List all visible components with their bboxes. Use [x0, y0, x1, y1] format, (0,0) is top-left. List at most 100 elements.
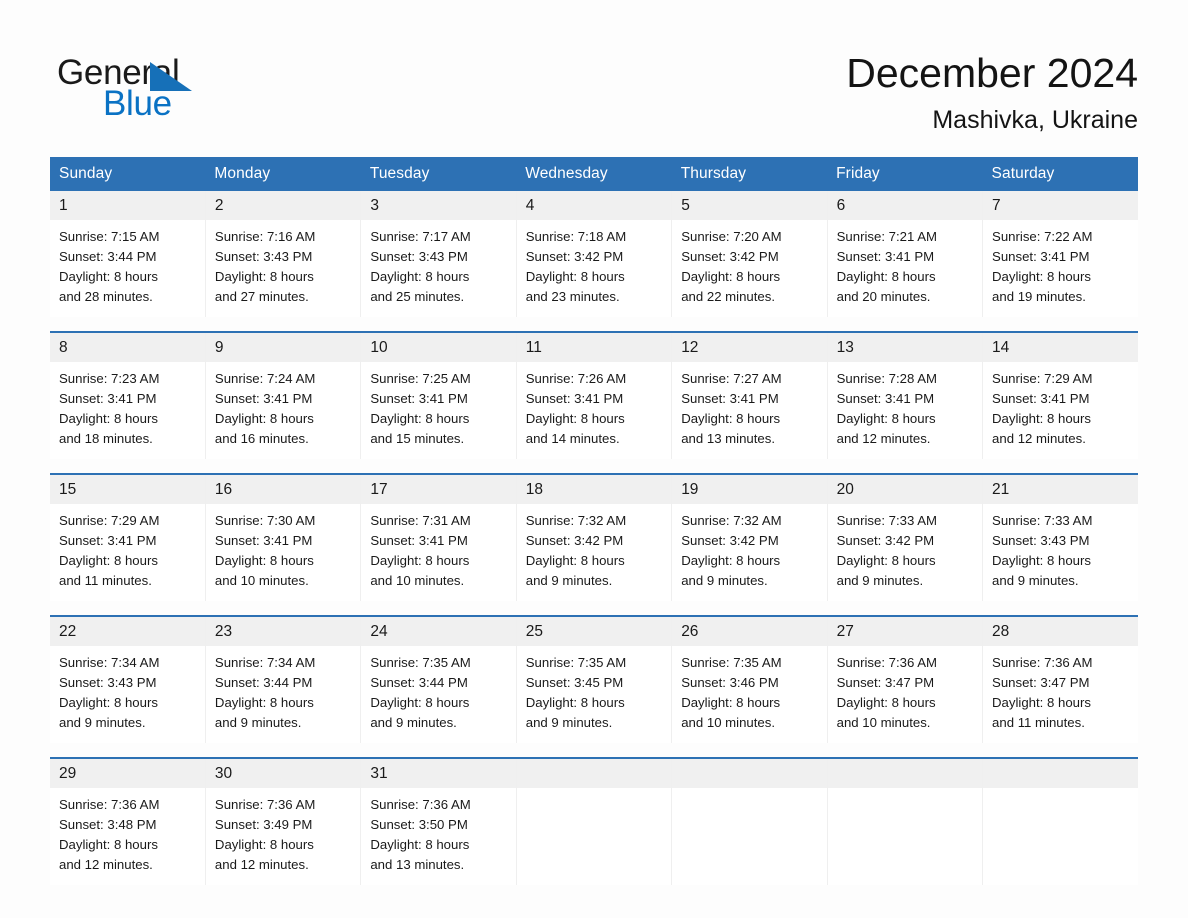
daylight-text-line1: Daylight: 8 hours [59, 553, 158, 568]
day-details: Sunrise: 7:21 AM Sunset: 3:41 PM Dayligh… [828, 220, 982, 317]
daylight-text-line1: Daylight: 8 hours [681, 695, 781, 710]
day-cell[interactable]: 21 Sunrise: 7:33 AM Sunset: 3:43 PM Dayl… [982, 473, 1138, 601]
week-spacer [50, 317, 1138, 332]
day-cell[interactable]: 1 Sunrise: 7:15 AM Sunset: 3:44 PM Dayli… [50, 191, 206, 317]
day-cell[interactable]: 9 Sunrise: 7:24 AM Sunset: 3:41 PM Dayli… [205, 331, 362, 459]
day-number: 1 [50, 191, 205, 220]
day-number: 2 [205, 191, 361, 220]
daylight-text-line2: and 13 minutes. [370, 857, 465, 872]
daylight-text-line1: Daylight: 8 hours [836, 695, 936, 710]
day-cell[interactable]: 29 Sunrise: 7:36 AM Sunset: 3:48 PM Dayl… [50, 757, 206, 885]
day-number: 17 [361, 475, 516, 504]
day-number: 22 [50, 617, 205, 646]
daylight-text-line1: Daylight: 8 hours [59, 411, 158, 426]
day-number: 26 [672, 617, 827, 646]
sunset-text: Sunset: 3:45 PM [525, 675, 624, 690]
day-number: 30 [205, 759, 361, 788]
day-number: 5 [672, 191, 827, 220]
daylight-text-line2: and 9 minutes. [525, 715, 613, 730]
sunrise-text: Sunrise: 7:32 AM [681, 513, 782, 528]
sunset-text: Sunset: 3:42 PM [681, 249, 779, 264]
day-cell[interactable]: 23 Sunrise: 7:34 AM Sunset: 3:44 PM Dayl… [205, 615, 362, 743]
day-cell[interactable]: 6 Sunrise: 7:21 AM Sunset: 3:41 PM Dayli… [827, 191, 984, 317]
day-number: 18 [516, 475, 672, 504]
day-details: Sunrise: 7:16 AM Sunset: 3:43 PM Dayligh… [206, 220, 360, 317]
sunrise-text: Sunrise: 7:34 AM [214, 655, 316, 670]
day-details: Sunrise: 7:17 AM Sunset: 3:43 PM Dayligh… [361, 220, 515, 317]
day-details [672, 788, 826, 885]
day-cell[interactable]: 2 Sunrise: 7:16 AM Sunset: 3:43 PM Dayli… [205, 191, 362, 317]
day-cell[interactable]: 20 Sunrise: 7:33 AM Sunset: 3:42 PM Dayl… [827, 473, 984, 601]
general-blue-logo[interactable]: General Blue [57, 53, 317, 125]
day-cell[interactable]: 10 Sunrise: 7:25 AM Sunset: 3:41 PM Dayl… [360, 331, 517, 459]
day-details: Sunrise: 7:29 AM Sunset: 3:41 PM Dayligh… [50, 504, 205, 601]
daylight-text-line2: and 15 minutes. [370, 431, 465, 446]
day-cell[interactable]: 31 Sunrise: 7:36 AM Sunset: 3:50 PM Dayl… [360, 757, 517, 885]
day-number [672, 759, 827, 788]
day-cell[interactable]: 8 Sunrise: 7:23 AM Sunset: 3:41 PM Dayli… [50, 331, 206, 459]
day-cell[interactable]: 27 Sunrise: 7:36 AM Sunset: 3:47 PM Dayl… [827, 615, 984, 743]
daylight-text-line1: Daylight: 8 hours [370, 411, 470, 426]
sunrise-text: Sunrise: 7:28 AM [836, 371, 938, 386]
daylight-text-line2: and 12 minutes. [992, 431, 1086, 446]
day-cell[interactable]: 26 Sunrise: 7:35 AM Sunset: 3:46 PM Dayl… [671, 615, 828, 743]
sunrise-text: Sunrise: 7:25 AM [370, 371, 471, 386]
sunset-text: Sunset: 3:41 PM [214, 391, 313, 406]
day-cell[interactable]: 7 Sunrise: 7:22 AM Sunset: 3:41 PM Dayli… [982, 191, 1138, 317]
day-cell[interactable]: 25 Sunrise: 7:35 AM Sunset: 3:45 PM Dayl… [516, 615, 673, 743]
day-cell[interactable]: 18 Sunrise: 7:32 AM Sunset: 3:42 PM Dayl… [516, 473, 673, 601]
day-cell[interactable]: 11 Sunrise: 7:26 AM Sunset: 3:41 PM Dayl… [516, 331, 673, 459]
sunset-text: Sunset: 3:42 PM [836, 533, 935, 548]
daylight-text-line2: and 12 minutes. [836, 431, 931, 446]
day-cell[interactable]: 4 Sunrise: 7:18 AM Sunset: 3:42 PM Dayli… [516, 191, 673, 317]
day-details: Sunrise: 7:32 AM Sunset: 3:42 PM Dayligh… [672, 504, 826, 601]
day-details: Sunrise: 7:35 AM Sunset: 3:46 PM Dayligh… [672, 646, 826, 743]
daylight-text-line1: Daylight: 8 hours [370, 837, 470, 852]
sunrise-text: Sunrise: 7:17 AM [370, 229, 471, 244]
weekday-header-tuesday: Tuesday [360, 157, 517, 191]
day-cell[interactable]: 24 Sunrise: 7:35 AM Sunset: 3:44 PM Dayl… [360, 615, 517, 743]
day-cell[interactable]: 30 Sunrise: 7:36 AM Sunset: 3:49 PM Dayl… [205, 757, 362, 885]
day-cell[interactable]: 3 Sunrise: 7:17 AM Sunset: 3:43 PM Dayli… [360, 191, 517, 317]
day-cell-empty [982, 757, 1138, 885]
day-number: 15 [50, 475, 205, 504]
calendar-header-row: Sunday Monday Tuesday Wednesday Thursday… [50, 157, 1138, 191]
day-cell[interactable]: 28 Sunrise: 7:36 AM Sunset: 3:47 PM Dayl… [982, 615, 1138, 743]
day-number: 3 [361, 191, 516, 220]
daylight-text-line2: and 12 minutes. [59, 857, 153, 872]
day-details: Sunrise: 7:18 AM Sunset: 3:42 PM Dayligh… [517, 220, 671, 317]
day-cell[interactable]: 22 Sunrise: 7:34 AM Sunset: 3:43 PM Dayl… [50, 615, 206, 743]
day-cell[interactable]: 12 Sunrise: 7:27 AM Sunset: 3:41 PM Dayl… [671, 331, 828, 459]
daylight-text-line1: Daylight: 8 hours [525, 695, 625, 710]
day-cell[interactable]: 5 Sunrise: 7:20 AM Sunset: 3:42 PM Dayli… [671, 191, 828, 317]
sunrise-text: Sunrise: 7:33 AM [992, 513, 1093, 528]
day-number: 16 [205, 475, 361, 504]
week-spacer [50, 459, 1138, 474]
day-cell[interactable]: 17 Sunrise: 7:31 AM Sunset: 3:41 PM Dayl… [360, 473, 517, 601]
day-number: 27 [827, 617, 983, 646]
sunrise-text: Sunrise: 7:35 AM [370, 655, 471, 670]
logo-text-blue: Blue [103, 84, 172, 123]
sunset-text: Sunset: 3:41 PM [836, 391, 935, 406]
daylight-text-line2: and 9 minutes. [836, 573, 924, 588]
day-cell[interactable]: 13 Sunrise: 7:28 AM Sunset: 3:41 PM Dayl… [827, 331, 984, 459]
day-cell[interactable]: 19 Sunrise: 7:32 AM Sunset: 3:42 PM Dayl… [671, 473, 828, 601]
sunset-text: Sunset: 3:43 PM [992, 533, 1090, 548]
daylight-text-line1: Daylight: 8 hours [214, 695, 314, 710]
sunrise-text: Sunrise: 7:36 AM [992, 655, 1093, 670]
sunset-text: Sunset: 3:47 PM [992, 675, 1090, 690]
day-number: 21 [983, 475, 1138, 504]
day-details: Sunrise: 7:33 AM Sunset: 3:42 PM Dayligh… [828, 504, 982, 601]
daylight-text-line2: and 12 minutes. [214, 857, 309, 872]
daylight-text-line1: Daylight: 8 hours [59, 837, 158, 852]
day-cell[interactable]: 15 Sunrise: 7:29 AM Sunset: 3:41 PM Dayl… [50, 473, 206, 601]
sunrise-text: Sunrise: 7:30 AM [214, 513, 316, 528]
day-details: Sunrise: 7:33 AM Sunset: 3:43 PM Dayligh… [983, 504, 1138, 601]
day-cell[interactable]: 14 Sunrise: 7:29 AM Sunset: 3:41 PM Dayl… [982, 331, 1138, 459]
sunset-text: Sunset: 3:41 PM [370, 391, 468, 406]
weekday-header-saturday: Saturday [982, 157, 1138, 191]
day-details: Sunrise: 7:31 AM Sunset: 3:41 PM Dayligh… [361, 504, 515, 601]
day-cell[interactable]: 16 Sunrise: 7:30 AM Sunset: 3:41 PM Dayl… [205, 473, 362, 601]
daylight-text-line1: Daylight: 8 hours [59, 695, 158, 710]
sunrise-text: Sunrise: 7:33 AM [836, 513, 938, 528]
